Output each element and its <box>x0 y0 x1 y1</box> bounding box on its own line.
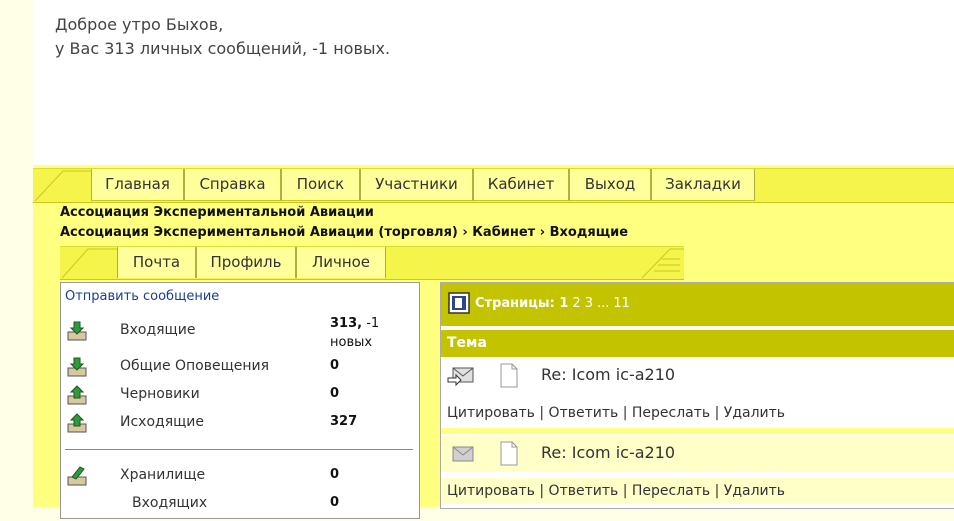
storage-icon <box>67 466 87 486</box>
delete-link[interactable]: Удалить <box>724 405 785 421</box>
tab-help[interactable]: Справка <box>184 169 281 201</box>
folder-count: 0 <box>330 467 340 482</box>
quote-link[interactable]: Цитировать <box>447 483 535 499</box>
breadcrumb-cabinet[interactable]: Кабинет <box>472 225 535 240</box>
action-separator: | <box>622 405 628 421</box>
forward-link[interactable]: Переслать <box>632 405 710 421</box>
folder-storage-inbox[interactable]: Входящих 0 <box>61 493 419 521</box>
forum-area: Главная Справка Поиск Участники Кабинет … <box>33 165 954 519</box>
message-row[interactable]: Re: Icom ic-a210 <box>441 436 954 472</box>
inbox-download-icon <box>67 321 87 341</box>
page-link[interactable]: 11 <box>613 296 630 311</box>
tab-search[interactable]: Поиск <box>281 169 360 201</box>
action-separator: | <box>539 405 545 421</box>
sub-tab-start-decoration <box>61 248 118 279</box>
message-subject[interactable]: Re: Icom ic-a210 <box>541 365 675 384</box>
folder-name: Общие Оповещения <box>120 358 270 374</box>
inbox-download-icon <box>67 357 87 377</box>
reply-link[interactable]: Ответить <box>549 483 619 499</box>
greeting-panel: Доброе утро Быхов, у Вас 313 личных сооб… <box>33 0 954 165</box>
folder-name: Черновики <box>120 386 200 402</box>
pages-icon <box>448 292 470 314</box>
column-header-subject: Тема <box>441 330 954 357</box>
folder-count: 313, -1 новых <box>330 316 380 350</box>
message-actions: Цитировать | Ответить | Переслать | Удал… <box>441 478 954 504</box>
inbox-upload-icon <box>67 413 87 433</box>
subtab-profile[interactable]: Профиль <box>196 247 296 278</box>
folder-name: Хранилище <box>120 467 206 483</box>
greeting-line: Доброе утро Быхов, <box>55 15 224 34</box>
document-icon <box>500 363 518 388</box>
action-separator: | <box>539 483 545 499</box>
tab-home[interactable]: Главная <box>91 169 184 201</box>
send-message-link[interactable]: Отправить сообщение <box>65 289 219 304</box>
folder-name: Входящие <box>120 322 196 338</box>
delete-link[interactable]: Удалить <box>724 483 785 499</box>
page-link[interactable]: 2 <box>572 296 580 311</box>
breadcrumb-separator: › <box>462 225 468 240</box>
folder-notifications[interactable]: Общие Оповещения 0 <box>61 356 419 384</box>
subtab-mail[interactable]: Почта <box>117 247 196 278</box>
action-separator: | <box>622 483 628 499</box>
forwarded-envelope-icon <box>447 367 474 387</box>
folder-count: 0 <box>330 358 340 373</box>
folder-name: Исходящие <box>120 414 205 430</box>
tab-members[interactable]: Участники <box>360 169 473 201</box>
document-icon <box>500 441 518 466</box>
main-tab-bar: Главная Справка Поиск Участники Кабинет … <box>33 168 954 203</box>
folder-outbox[interactable]: Исходящие 327 <box>61 412 419 440</box>
folder-count: 327 <box>330 414 358 429</box>
folder-inbox[interactable]: Входящие 313, -1 новых <box>61 316 419 350</box>
subtab-personal[interactable]: Личное <box>296 247 386 278</box>
current-page: 1 <box>559 296 569 311</box>
messages-summary: у Вас 313 личных сообщений, -1 новых. <box>55 39 391 58</box>
folder-drafts[interactable]: Черновики 0 <box>61 384 419 412</box>
row-divider <box>441 428 954 434</box>
messages-panel: Страницы: 1 2 3... 11 Тема Re: Icom ic-a210… <box>440 282 954 509</box>
folder-count: 0 <box>330 495 340 510</box>
quote-link[interactable]: Цитировать <box>447 405 535 421</box>
message-subject[interactable]: Re: Icom ic-a210 <box>541 443 675 462</box>
action-separator: | <box>714 405 720 421</box>
folders-panel: Отправить сообщение Входящие 313, -1 новы… <box>60 282 420 519</box>
breadcrumb-inbox: Входящие <box>549 225 629 240</box>
action-separator: | <box>714 483 720 499</box>
pages-label: Страницы: <box>475 296 555 311</box>
tab-bar-start-decoration <box>34 170 91 202</box>
sub-tab-end-decoration <box>641 248 684 279</box>
message-actions: Цитировать | Ответить | Переслать | Удал… <box>441 400 954 426</box>
forward-link[interactable]: Переслать <box>632 483 710 499</box>
message-row[interactable]: Re: Icom ic-a210 <box>441 358 954 394</box>
folder-count: 0 <box>330 386 340 401</box>
tab-logout[interactable]: Выход <box>569 169 651 201</box>
tab-bookmarks[interactable]: Закладки <box>651 169 755 201</box>
forum-title[interactable]: Ассоциация Экспериментальной Авиации <box>60 205 374 220</box>
breadcrumb-forum[interactable]: Ассоциация Экспериментальной Авиации (то… <box>60 225 458 240</box>
reply-link[interactable]: Ответить <box>549 405 619 421</box>
pagination-bar: Страницы: 1 2 3... 11 <box>441 283 954 326</box>
divider <box>65 449 413 450</box>
inbox-upload-icon <box>67 385 87 405</box>
sub-tab-bar: Почта Профиль Личное <box>60 246 684 280</box>
page-link[interactable]: 3 <box>585 296 593 311</box>
envelope-icon <box>452 446 474 462</box>
folder-name: Входящих <box>132 495 208 511</box>
tab-cabinet[interactable]: Кабинет <box>473 169 569 201</box>
page-ellipsis: ... <box>596 296 610 311</box>
folder-storage[interactable]: Хранилище 0 <box>61 465 419 493</box>
breadcrumb: Ассоциация Экспериментальной Авиации (то… <box>60 225 628 240</box>
pagination: Страницы: 1 2 3... 11 <box>475 296 634 311</box>
breadcrumb-separator: › <box>539 225 546 240</box>
